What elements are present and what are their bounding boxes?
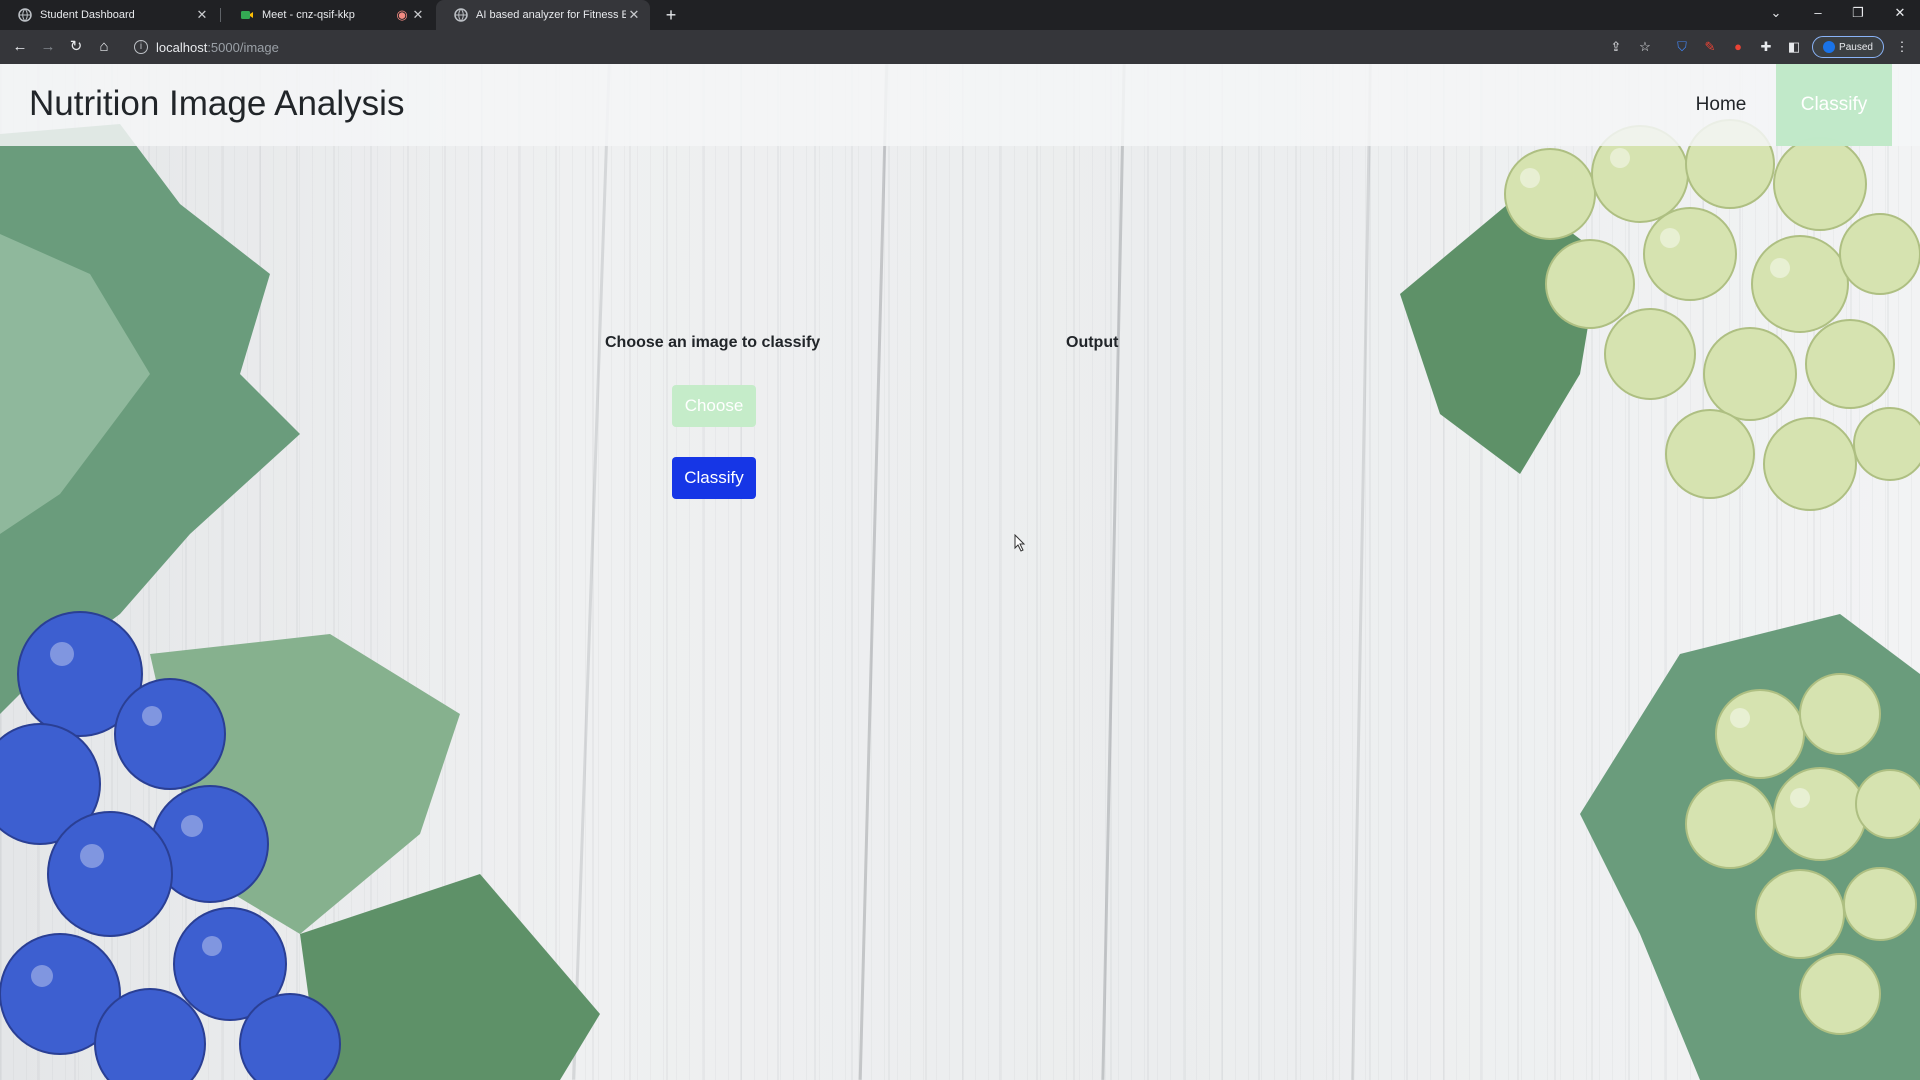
- green-grapes-image: [1400, 119, 1920, 1080]
- tab-label: AI based analyzer for Fitness Ent: [476, 9, 626, 21]
- tab-label: Student Dashboard: [40, 9, 135, 21]
- address-bar[interactable]: i localhost:5000/image: [126, 33, 1646, 61]
- bookmark-star-icon[interactable]: ☆: [1637, 39, 1653, 55]
- tab-student-dashboard[interactable]: Student Dashboard ✕: [0, 0, 218, 30]
- tab-divider: [220, 8, 221, 22]
- upload-section-title: Choose an image to classify: [605, 334, 821, 351]
- reload-icon[interactable]: ↻: [64, 35, 88, 59]
- menu-kebab-icon[interactable]: ⋮: [1894, 39, 1910, 55]
- extensions-puzzle-icon[interactable]: ✚: [1758, 39, 1774, 55]
- globe-icon: [18, 8, 32, 22]
- restore-icon[interactable]: ❐: [1838, 0, 1878, 30]
- meet-icon: [241, 11, 253, 19]
- avatar: [1823, 41, 1836, 53]
- wood-grain-line: [1101, 64, 1126, 1080]
- wood-grain-line: [1351, 64, 1372, 1080]
- profile-button[interactable]: Paused: [1812, 36, 1884, 58]
- classify-button[interactable]: Classify: [672, 457, 756, 499]
- close-icon[interactable]: ✕: [626, 7, 642, 23]
- window-close-icon[interactable]: ✕: [1880, 0, 1920, 30]
- nav-classify-link[interactable]: Classify: [1776, 64, 1892, 146]
- minimize-icon[interactable]: –: [1798, 0, 1838, 30]
- close-icon[interactable]: ✕: [194, 7, 210, 23]
- tab-search-icon[interactable]: ⌄: [1756, 0, 1796, 30]
- extension-recorder-icon[interactable]: ●: [1730, 39, 1746, 55]
- recording-icon: ◉: [396, 7, 408, 22]
- site-info-icon[interactable]: i: [134, 40, 148, 54]
- globe-icon: [454, 8, 468, 22]
- wood-grain-line: [858, 64, 889, 1080]
- page-title: Nutrition Image Analysis: [29, 84, 405, 123]
- side-panel-icon[interactable]: ◧: [1786, 39, 1802, 55]
- mouse-cursor-icon: [1014, 534, 1026, 552]
- page-content: Nutrition Image Analysis Home Classify C…: [0, 64, 1920, 1080]
- home-icon[interactable]: ⌂: [92, 35, 116, 59]
- tab-meet[interactable]: Meet - cnz-qsif-kkp ◉ ✕: [222, 0, 434, 30]
- browser-tab-bar: Student Dashboard ✕ Meet - cnz-qsif-kkp …: [0, 0, 1920, 30]
- url-path: :5000/image: [207, 39, 279, 55]
- share-icon[interactable]: ⇪: [1608, 39, 1624, 55]
- nav-home-link[interactable]: Home: [1674, 64, 1768, 146]
- extension-shield-icon[interactable]: ⛉: [1674, 39, 1690, 55]
- tab-label: Meet - cnz-qsif-kkp: [262, 9, 355, 21]
- close-icon[interactable]: ✕: [410, 7, 426, 23]
- back-icon[interactable]: ←: [8, 35, 32, 59]
- choose-image-button[interactable]: Choose: [672, 385, 756, 427]
- browser-toolbar: ← → ↻ ⌂ i localhost:5000/image ⇪ ☆ ⛉ ✎ ●…: [0, 30, 1920, 64]
- new-tab-button[interactable]: +: [660, 4, 682, 26]
- navbar: Nutrition Image Analysis Home Classify: [0, 64, 1920, 146]
- profile-status: Paused: [1839, 41, 1873, 53]
- forward-icon[interactable]: →: [36, 35, 60, 59]
- output-section-title: Output: [1066, 334, 1119, 351]
- blue-grapes-image: [0, 124, 600, 1080]
- url-host: localhost: [156, 39, 208, 55]
- extension-red-icon[interactable]: ✎: [1702, 39, 1718, 55]
- tab-ai-analyzer[interactable]: AI based analyzer for Fitness Ent ✕: [436, 0, 650, 30]
